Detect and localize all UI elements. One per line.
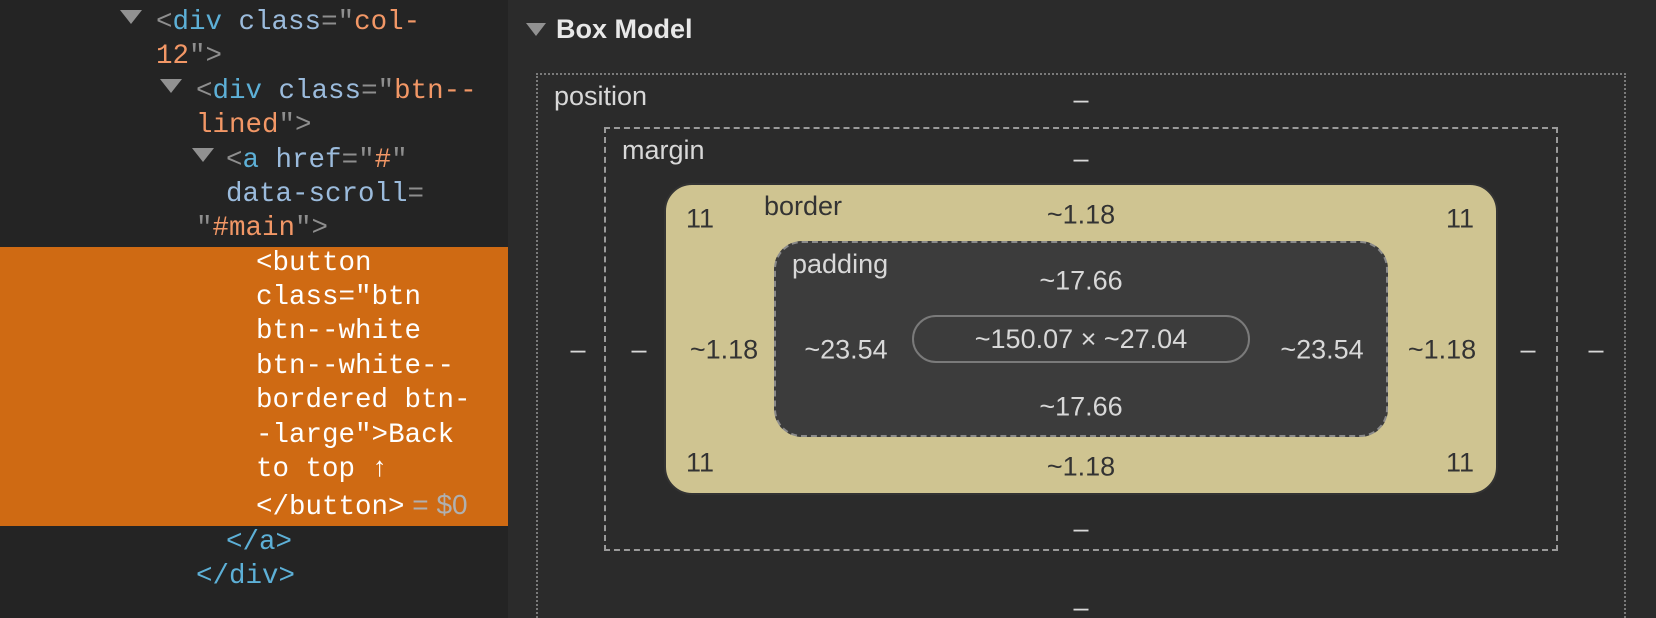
- padding-right[interactable]: ~23.54: [1280, 335, 1363, 366]
- close-tag: </button>: [256, 492, 405, 523]
- position-left[interactable]: –: [570, 335, 585, 366]
- margin-left[interactable]: –: [631, 335, 646, 366]
- margin-top[interactable]: –: [1073, 144, 1088, 175]
- box-model-content[interactable]: ~150.07 × ~27.04: [912, 315, 1250, 363]
- content-dimensions[interactable]: ~150.07 × ~27.04: [914, 317, 1248, 361]
- border-top[interactable]: ~1.18: [1047, 200, 1115, 231]
- dom-node-div-btnlined[interactable]: <div class="btn-- lined">: [0, 75, 508, 144]
- attr-value[interactable]: btn--: [394, 76, 477, 107]
- dom-close-a[interactable]: </a>: [0, 526, 508, 560]
- dom-node-div-col12[interactable]: <div class="col- 12">: [0, 6, 508, 75]
- attr-value[interactable]: #main: [213, 213, 296, 244]
- position-bottom[interactable]: –: [1073, 593, 1088, 618]
- dom-close-div[interactable]: </div>: [0, 560, 508, 594]
- attr-value[interactable]: btn--white: [256, 316, 421, 347]
- border-corner-bl[interactable]: 11: [686, 448, 714, 479]
- border-right[interactable]: ~1.18: [1408, 335, 1476, 366]
- box-model-section-header[interactable]: Box Model: [526, 14, 1656, 45]
- disclosure-triangle-icon[interactable]: [192, 148, 214, 162]
- border-corner-tr[interactable]: 11: [1446, 204, 1474, 235]
- text-node[interactable]: Back: [388, 420, 454, 451]
- disclosure-triangle-icon[interactable]: [120, 10, 142, 24]
- border-corner-tl[interactable]: 11: [686, 204, 714, 235]
- section-title: Box Model: [556, 14, 693, 45]
- padding-left[interactable]: ~23.54: [804, 335, 887, 366]
- elements-panel[interactable]: <div class="col- 12"> <div class="btn-- …: [0, 0, 508, 618]
- attr-value[interactable]: -large: [256, 420, 355, 451]
- attr-value[interactable]: btn--white--: [256, 351, 454, 382]
- position-top[interactable]: –: [1073, 85, 1088, 116]
- console-ref: = $0: [405, 489, 468, 520]
- border-corner-br[interactable]: 11: [1446, 448, 1474, 479]
- padding-bottom[interactable]: ~17.66: [1039, 392, 1122, 423]
- disclosure-triangle-icon[interactable]: [526, 23, 546, 36]
- attr-value[interactable]: btn: [372, 282, 422, 313]
- attr-value[interactable]: bordered btn-: [256, 385, 471, 416]
- text-node[interactable]: to top ↑: [256, 454, 388, 485]
- attr-value[interactable]: col-: [354, 7, 420, 38]
- border-left[interactable]: ~1.18: [690, 335, 758, 366]
- devtools-root: <div class="col- 12"> <div class="btn-- …: [0, 0, 1656, 618]
- dom-node-a[interactable]: <a href="#" data-scroll= "#main">: [0, 144, 508, 247]
- box-model-diagram[interactable]: position – – – – margin – – – – border ~…: [526, 63, 1636, 618]
- padding-top[interactable]: ~17.66: [1039, 266, 1122, 297]
- position-right[interactable]: –: [1588, 335, 1603, 366]
- margin-right[interactable]: –: [1520, 335, 1535, 366]
- attr-value[interactable]: #: [375, 145, 392, 176]
- dom-node-button-selected[interactable]: <button class="btn btn--white btn--white…: [0, 247, 508, 526]
- border-bottom[interactable]: ~1.18: [1047, 452, 1115, 483]
- attr-value[interactable]: 12: [156, 41, 189, 72]
- attr-value[interactable]: lined: [196, 110, 279, 141]
- disclosure-triangle-icon[interactable]: [160, 79, 182, 93]
- margin-bottom[interactable]: –: [1073, 514, 1088, 545]
- styles-panel: Box Model position – – – – margin – – – …: [508, 0, 1656, 618]
